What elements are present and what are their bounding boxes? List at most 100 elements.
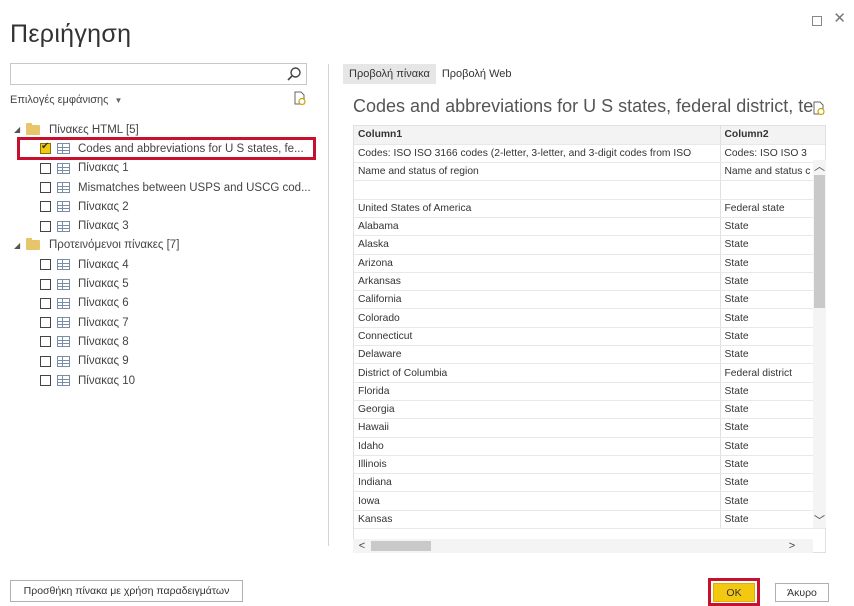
search-icon[interactable] bbox=[286, 66, 302, 82]
table-row: Delaware State bbox=[354, 345, 825, 365]
tree-item[interactable]: Codes and abbreviations for U S states, … bbox=[14, 139, 314, 158]
table-cell: State bbox=[720, 418, 825, 438]
display-options-dropdown[interactable]: Επιλογές εμφάνισης ▼ bbox=[10, 94, 122, 106]
table-header-row: Column1 Column2 bbox=[354, 126, 825, 145]
table-icon bbox=[57, 182, 70, 194]
table-row: Indiana State bbox=[354, 473, 825, 493]
table-cell: State bbox=[720, 217, 825, 237]
refresh-icon[interactable] bbox=[292, 91, 307, 106]
search-input[interactable] bbox=[10, 63, 307, 85]
table-icon bbox=[57, 162, 70, 174]
tree-group-html-tables[interactable]: ◢ Πίνακες HTML [5] bbox=[14, 120, 314, 139]
column-header[interactable]: Column2 bbox=[720, 126, 825, 145]
table-row: Hawaii State bbox=[354, 418, 825, 438]
checkbox[interactable] bbox=[40, 375, 51, 386]
checkbox[interactable] bbox=[40, 259, 51, 271]
tree-item[interactable]: Πίνακας 3 bbox=[14, 216, 314, 235]
refresh-icon[interactable] bbox=[811, 101, 826, 116]
vertical-scrollbar[interactable]: ︿ ﹀ bbox=[813, 160, 826, 528]
table-cell: Codes: ISO ISO 3166 codes (2-letter, 3-l… bbox=[354, 144, 721, 164]
table-row: California State bbox=[354, 290, 825, 310]
horizontal-scroll-thumb[interactable] bbox=[371, 541, 431, 551]
checkbox[interactable] bbox=[40, 182, 51, 194]
tree-item[interactable]: Πίνακας 1 bbox=[14, 159, 314, 178]
checkbox[interactable] bbox=[40, 297, 51, 309]
scroll-down-icon[interactable]: ﹀ bbox=[813, 514, 826, 528]
table-cell: State bbox=[720, 400, 825, 420]
vertical-scroll-thumb[interactable] bbox=[814, 175, 825, 308]
chevron-down-icon: ▼ bbox=[114, 95, 123, 105]
horizontal-scrollbar[interactable]: < > bbox=[353, 539, 813, 553]
tree-item-label: Πίνακας 2 bbox=[78, 200, 129, 213]
tree-item[interactable]: Mismatches between USPS and USCG cod... bbox=[14, 178, 314, 197]
table-cell bbox=[720, 180, 825, 200]
table-icon bbox=[57, 317, 70, 329]
navigator-tree: ◢ Πίνακες HTML [5] Codes and abbreviatio… bbox=[14, 120, 314, 390]
table-icon bbox=[57, 143, 70, 155]
table-row: Arizona State bbox=[354, 254, 825, 273]
tree-item-label: Mismatches between USPS and USCG cod... bbox=[78, 181, 311, 194]
checkbox[interactable] bbox=[40, 162, 51, 174]
ok-button[interactable]: OK bbox=[713, 583, 755, 602]
checkbox[interactable] bbox=[40, 317, 51, 329]
column-header[interactable]: Column1 bbox=[354, 126, 721, 145]
table-cell: Delaware bbox=[354, 345, 721, 365]
table-row bbox=[354, 180, 825, 200]
scroll-right-icon[interactable]: > bbox=[785, 539, 799, 553]
tree-item[interactable]: Πίνακας 2 bbox=[14, 197, 314, 216]
tree-item[interactable]: Πίνακας 4 bbox=[14, 255, 314, 274]
tree-item-label: Πίνακας 4 bbox=[78, 258, 129, 271]
tree-item[interactable]: Πίνακας 5 bbox=[14, 274, 314, 293]
checkbox[interactable] bbox=[40, 355, 51, 367]
table-cell: Alaska bbox=[354, 235, 721, 255]
checkbox[interactable] bbox=[40, 220, 51, 232]
table-row: Alaska State bbox=[354, 235, 825, 255]
table-cell: Iowa bbox=[354, 491, 721, 511]
table-cell: State bbox=[720, 308, 825, 328]
table-cell: Hawaii bbox=[354, 418, 721, 438]
table-cell: State bbox=[720, 290, 825, 310]
table-icon bbox=[57, 355, 70, 367]
tree-group-suggested-tables[interactable]: ◢ Προτεινόμενοι πίνακες [7] bbox=[14, 236, 314, 255]
table-icon bbox=[57, 297, 70, 309]
dialog-title: Περιήγηση bbox=[10, 20, 132, 48]
table-icon bbox=[57, 278, 70, 290]
table-row: District of Columbia Federal district bbox=[354, 363, 825, 383]
table-cell: Illinois bbox=[354, 455, 721, 475]
table-cell: Federal district bbox=[720, 363, 825, 383]
tree-item[interactable]: Πίνακας 7 bbox=[14, 313, 314, 332]
maximize-icon[interactable] bbox=[812, 16, 822, 26]
checkbox[interactable] bbox=[40, 278, 51, 290]
table-cell: Name and status c bbox=[720, 162, 825, 182]
table-cell: Name and status of region bbox=[354, 162, 721, 182]
preview-table: Column1 Column2 Codes: ISO ISO 3166 code… bbox=[353, 125, 826, 553]
table-cell: Arkansas bbox=[354, 272, 721, 292]
checkbox[interactable] bbox=[40, 201, 51, 213]
tree-item[interactable]: Πίνακας 10 bbox=[14, 371, 314, 390]
table-row: Georgia State bbox=[354, 400, 825, 420]
table-cell: Indiana bbox=[354, 473, 721, 493]
tree-item[interactable]: Πίνακας 8 bbox=[14, 332, 314, 351]
tree-item[interactable]: Πίνακας 9 bbox=[14, 352, 314, 371]
scroll-up-icon[interactable]: ︿ bbox=[813, 160, 826, 174]
tree-item-label: Πίνακας 3 bbox=[78, 220, 129, 233]
table-row: Connecticut State bbox=[354, 327, 825, 347]
table-cell: Kansas bbox=[354, 510, 721, 530]
close-icon[interactable]: ✕ bbox=[833, 9, 846, 27]
cancel-button[interactable]: Άκυρο bbox=[775, 583, 829, 602]
add-table-from-examples-button[interactable]: Προσθήκη πίνακα με χρήση παραδειγμάτων bbox=[10, 580, 243, 602]
pane-divider[interactable] bbox=[328, 64, 329, 546]
tree-item-label: Πίνακας 9 bbox=[78, 355, 129, 368]
expand-triangle-icon[interactable]: ◢ bbox=[14, 241, 24, 250]
expand-triangle-icon[interactable]: ◢ bbox=[14, 125, 24, 134]
table-cell: Georgia bbox=[354, 400, 721, 420]
tab-table-view[interactable]: Προβολή πίνακα bbox=[343, 64, 436, 84]
scroll-left-icon[interactable]: < bbox=[355, 539, 369, 553]
tree-item[interactable]: Πίνακας 6 bbox=[14, 294, 314, 313]
table-row: Codes: ISO ISO 3166 codes (2-letter, 3-l… bbox=[354, 144, 825, 164]
tree-item-label: Πίνακας 1 bbox=[78, 162, 129, 175]
tab-web-view[interactable]: Προβολή Web bbox=[436, 64, 518, 84]
checkbox[interactable] bbox=[40, 141, 51, 155]
checkbox[interactable] bbox=[40, 336, 51, 348]
display-options-label: Επιλογές εμφάνισης bbox=[10, 94, 109, 106]
